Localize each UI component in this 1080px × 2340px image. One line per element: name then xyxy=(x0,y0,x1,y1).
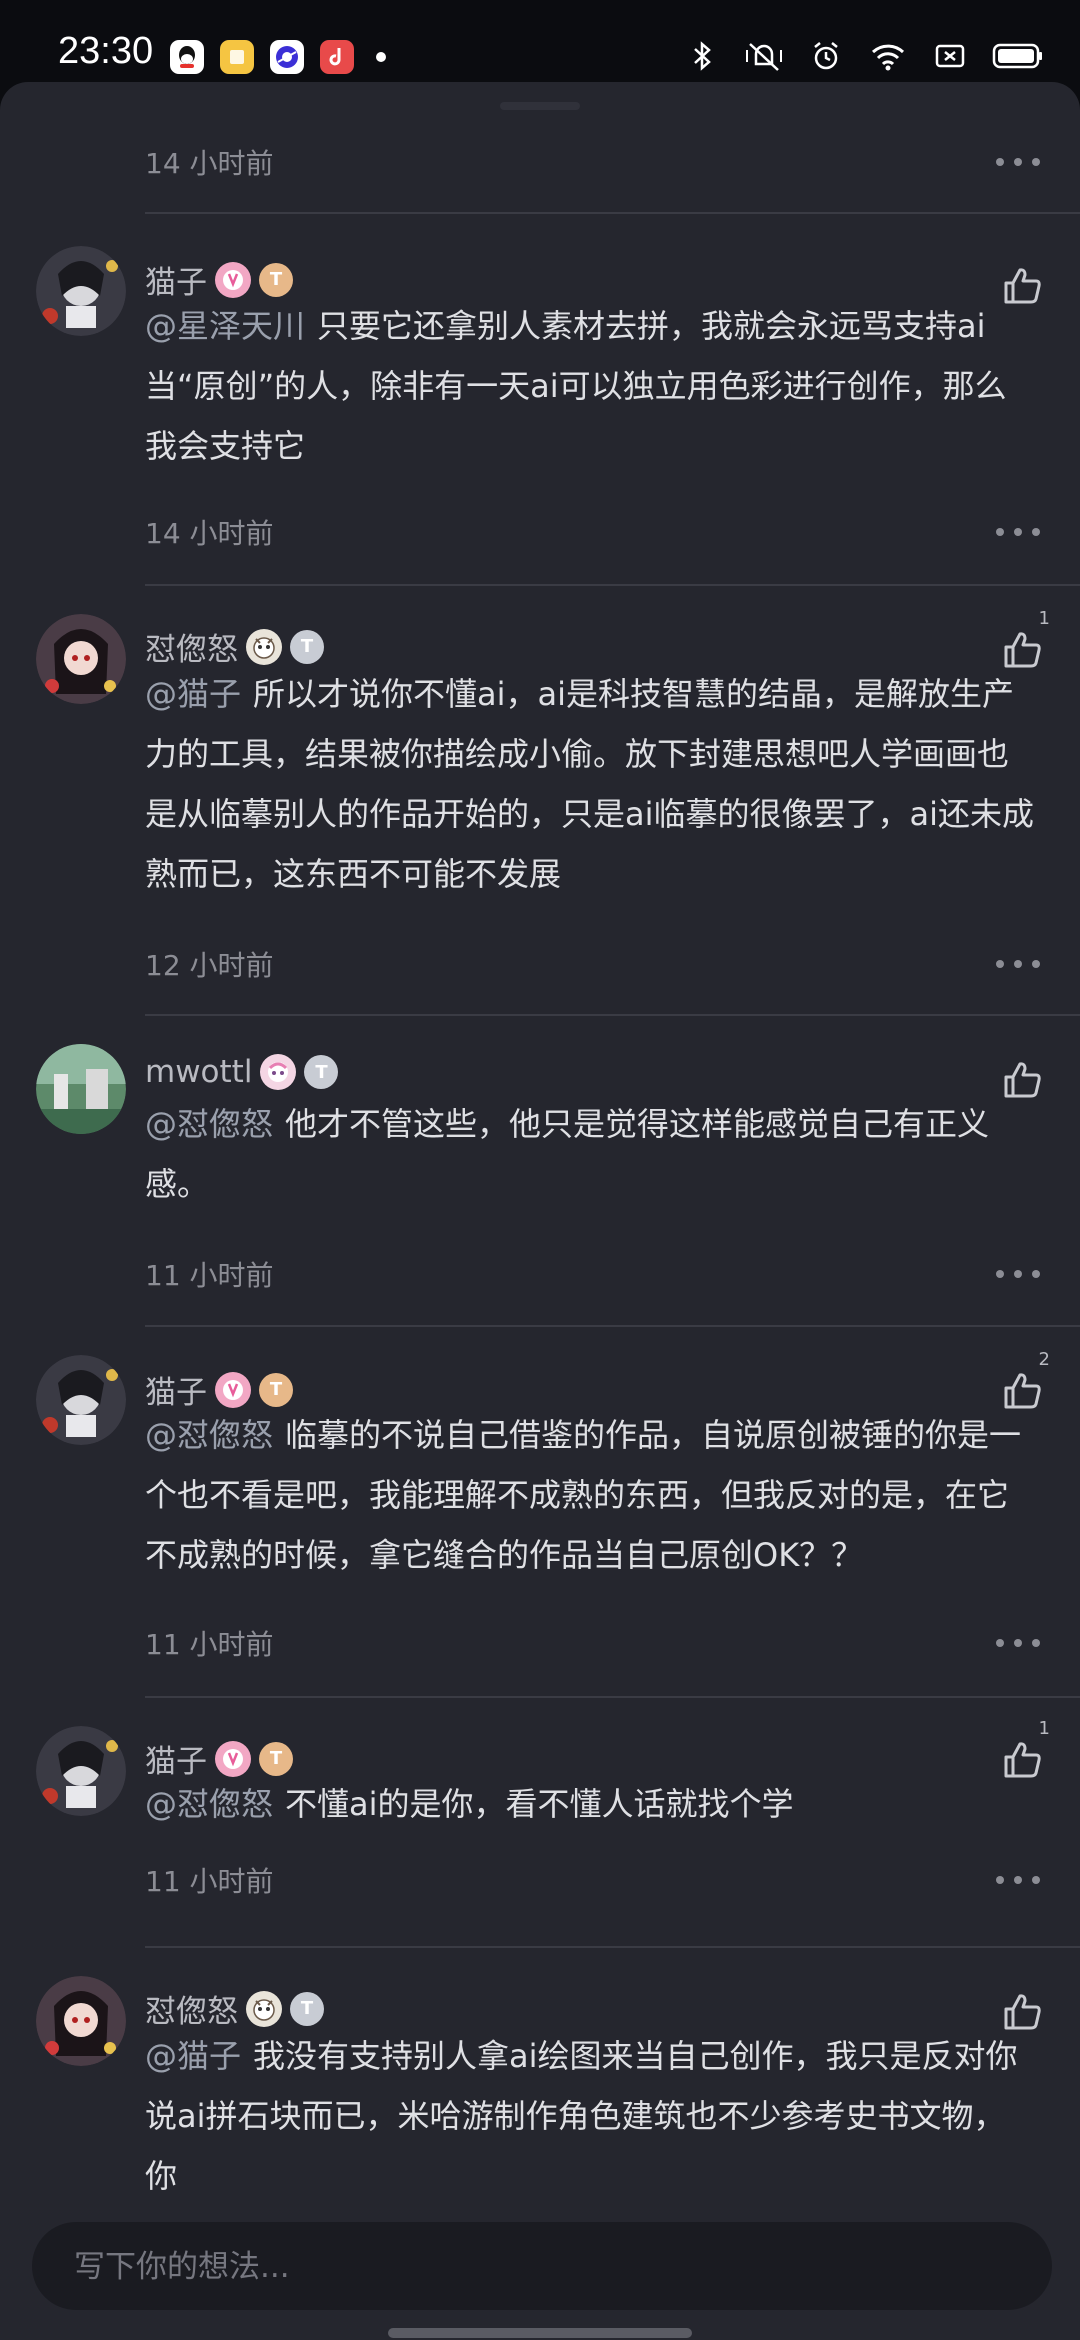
comment-divider xyxy=(145,584,1080,586)
browser-icon xyxy=(270,40,304,74)
avatar[interactable] xyxy=(36,614,126,704)
wifi-icon xyxy=(868,36,908,76)
avatar[interactable] xyxy=(36,1976,126,2066)
like-count: 1 xyxy=(1038,608,1050,629)
comment-body: @猫子 所以才说你不懂ai，ai是科技智慧的结晶，是解放生产力的工具，结果被你描绘… xyxy=(145,664,1035,904)
comment-timestamp: 12 小时前 xyxy=(145,949,274,982)
username-row: 怼偬怒 T xyxy=(145,624,324,669)
comment-divider xyxy=(145,1014,1080,1016)
fan-badge-icon xyxy=(215,261,251,298)
fan-badge-icon xyxy=(215,1740,251,1777)
username-row: 怼偬怒 T xyxy=(145,1986,324,2031)
comment-body: @怼偬怒 临摹的不说自己借鉴的作品，自说原创被锤的你是一个也不看是吧，我能理解不成… xyxy=(145,1405,1035,1585)
more-options-icon[interactable] xyxy=(996,1870,1040,1890)
avatar[interactable] xyxy=(36,1355,126,1445)
level-badge-icon: T xyxy=(259,1741,293,1776)
level-badge-icon: T xyxy=(290,1991,324,2026)
status-time: 23:30 xyxy=(58,30,154,72)
comment-input[interactable] xyxy=(72,2222,1016,2312)
comment-divider xyxy=(145,1946,1080,1948)
comment-divider xyxy=(145,1696,1080,1698)
more-notifications-dot xyxy=(376,52,386,62)
vibrate-mute-icon xyxy=(744,36,784,76)
music-icon xyxy=(320,40,354,74)
comment-body: @猫子 我没有支持别人拿ai绘图来当自己创作，我只是反对你说ai拼石块而已，米哈游… xyxy=(145,2026,1035,2206)
fan-badge-icon xyxy=(246,628,282,665)
mention-link[interactable]: @猫子 xyxy=(145,675,241,713)
comment-text: 不懂ai的是你，看不懂人话就找个学 xyxy=(285,1785,794,1823)
username[interactable]: 怼偬怒 xyxy=(145,1986,238,2031)
level-badge-icon: T xyxy=(290,629,324,664)
more-options-icon[interactable] xyxy=(996,152,1040,172)
comment-text: 临摹的不说自己借鉴的作品，自说原创被锤的你是一个也不看是吧，我能理解不成熟的东西… xyxy=(145,1416,1022,1574)
comment-text: 我没有支持别人拿ai绘图来当自己创作，我只是反对你说ai拼石块而已，米哈游制作角… xyxy=(145,2037,1018,2195)
more-options-icon[interactable] xyxy=(996,522,1040,542)
comment-divider xyxy=(145,212,1080,214)
like-count: 1 xyxy=(1038,1718,1050,1739)
comment-timestamp: 11 小时前 xyxy=(145,1628,274,1661)
level-badge-icon: T xyxy=(304,1055,339,1089)
comment-timestamp: 14 小时前 xyxy=(145,517,274,550)
screen-cast-icon xyxy=(930,36,970,76)
comment-divider xyxy=(145,1325,1080,1327)
mention-link[interactable]: @星泽天川 xyxy=(145,307,305,345)
comments-sheet[interactable]: 14 小时前 猫子 T @星泽天川 只要它还拿别人素材去拼，我就会永远骂支持ai当… xyxy=(0,82,1080,2340)
comment-body: @怼偬怒 他才不管这些，他只是觉得这样能感觉自己有正义感。 xyxy=(145,1094,1035,1214)
level-badge-icon: T xyxy=(259,262,293,297)
fan-badge-icon xyxy=(260,1054,297,1090)
qq-icon xyxy=(170,40,204,74)
alarm-icon xyxy=(806,36,846,76)
username[interactable]: 怼偬怒 xyxy=(145,624,238,669)
comment-timestamp: 11 小时前 xyxy=(145,1259,274,1292)
notes-icon xyxy=(220,40,254,74)
comment-timestamp: 14 小时前 xyxy=(145,147,274,180)
sheet-drag-handle[interactable] xyxy=(500,102,580,110)
mention-link[interactable]: @怼偬怒 xyxy=(145,1105,273,1143)
comment-body: @怼偬怒 不懂ai的是你，看不懂人话就找个学 xyxy=(145,1774,1035,1834)
fan-badge-icon xyxy=(215,1371,251,1408)
comment-timestamp: 11 小时前 xyxy=(145,1865,274,1898)
comment-text: 所以才说你不懂ai，ai是科技智慧的结晶，是解放生产力的工具，结果被你描绘成小偷… xyxy=(145,675,1035,893)
notification-icons xyxy=(170,40,386,74)
battery-icon xyxy=(992,36,1044,76)
mention-link[interactable]: @猫子 xyxy=(145,2037,241,2075)
home-indicator[interactable] xyxy=(388,2328,692,2338)
avatar[interactable] xyxy=(36,246,126,336)
avatar[interactable] xyxy=(36,1044,126,1134)
mention-link[interactable]: @怼偬怒 xyxy=(145,1785,273,1823)
username-row: mwottl T xyxy=(145,1054,339,1090)
comment-body: @星泽天川 只要它还拿别人素材去拼，我就会永远骂支持ai当“原创”的人，除非有一天… xyxy=(145,296,1035,476)
comment-input-bar[interactable] xyxy=(32,2222,1052,2312)
more-options-icon[interactable] xyxy=(996,954,1040,974)
like-count: 2 xyxy=(1038,1349,1050,1370)
bluetooth-icon xyxy=(682,36,722,76)
avatar[interactable] xyxy=(36,1726,126,1816)
more-options-icon[interactable] xyxy=(996,1633,1040,1653)
mention-link[interactable]: @怼偬怒 xyxy=(145,1416,273,1454)
more-options-icon[interactable] xyxy=(996,1264,1040,1284)
system-status-icons xyxy=(682,36,1044,76)
fan-badge-icon xyxy=(246,1990,282,2027)
username[interactable]: mwottl xyxy=(145,1054,252,1090)
level-badge-icon: T xyxy=(259,1372,293,1407)
